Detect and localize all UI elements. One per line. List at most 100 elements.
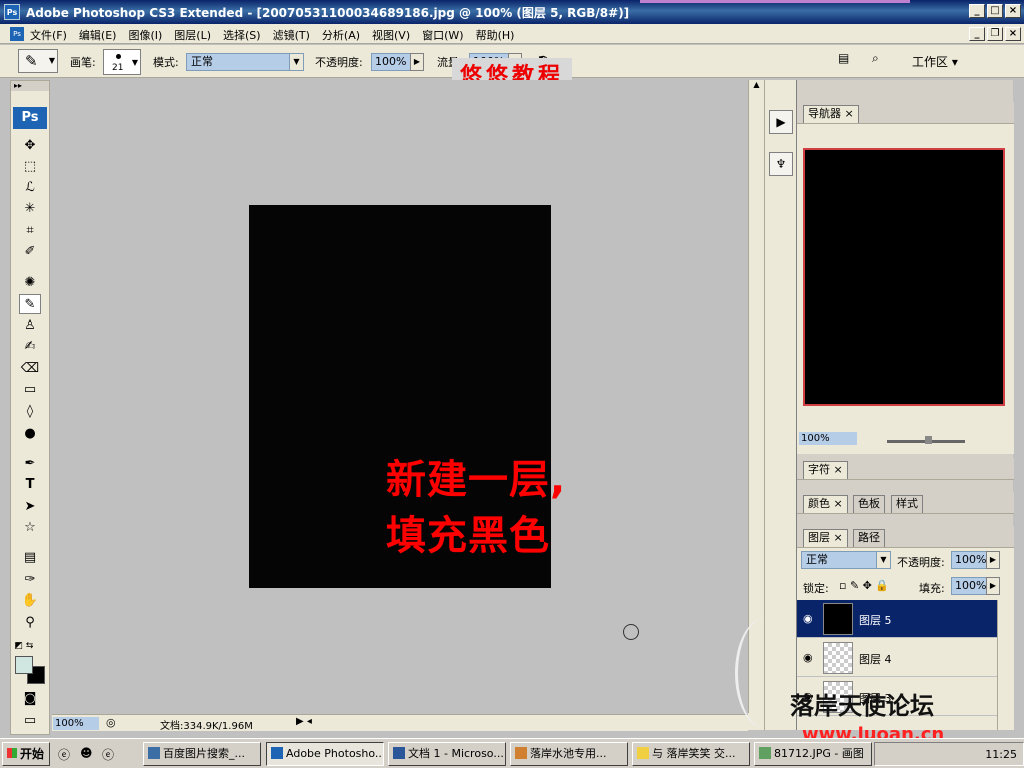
healing-brush-tool-icon[interactable]: ✺	[19, 273, 41, 293]
visibility-eye-icon[interactable]: ◉	[803, 612, 813, 625]
tab-styles[interactable]: 样式	[891, 495, 923, 513]
fill-input[interactable]: 100% ▶	[951, 577, 1000, 595]
magic-wand-tool-icon[interactable]: ✳	[19, 199, 41, 219]
taskbar-button[interactable]: 落岸水池专用...	[510, 742, 628, 766]
menu-help[interactable]: 帮助(H)	[476, 27, 515, 43]
doc-minimize-button[interactable]: _	[969, 27, 985, 41]
scroll-up-icon[interactable]: ▲	[749, 80, 764, 94]
navigator-preview[interactable]	[803, 148, 1005, 406]
actions-panel-icon[interactable]: ▶	[769, 110, 793, 134]
foreground-color-swatch[interactable]	[15, 656, 33, 674]
bridge-icon[interactable]: ⌕	[872, 51, 879, 66]
menu-window[interactable]: 窗口(W)	[422, 27, 463, 43]
mode-label: 模式:	[153, 56, 179, 69]
dropdown-arrow-icon: ▼	[48, 56, 55, 65]
menu-image[interactable]: 图像(I)	[128, 27, 162, 43]
window-controls: _ □ ×	[969, 4, 1021, 18]
lock-icons[interactable]: ▫ ✎ ✥ 🔒	[839, 579, 889, 592]
start-button[interactable]: 开始	[2, 742, 50, 766]
fill-value: 100%	[955, 579, 987, 592]
minimize-button[interactable]: _	[969, 4, 985, 18]
close-button[interactable]: ×	[1005, 4, 1021, 18]
gradient-tool-icon[interactable]: ▭	[19, 380, 41, 400]
blur-tool-icon[interactable]: ◊	[19, 402, 41, 422]
notes-tool-icon[interactable]: ▤	[19, 548, 41, 568]
dodge-tool-icon[interactable]: ●	[19, 424, 41, 444]
menu-select[interactable]: 选择(S)	[223, 27, 261, 43]
marquee-tool-icon[interactable]: ⬚	[19, 157, 41, 177]
panel-grip[interactable]: ▸▸	[11, 81, 49, 91]
layer-opacity-arrow-icon[interactable]: ▶	[986, 551, 1000, 569]
crop-tool-icon[interactable]: ⌗	[19, 221, 41, 241]
zoom-tool-icon[interactable]: ⚲	[19, 613, 41, 633]
clock[interactable]: 11:25	[985, 748, 1017, 761]
layer-row[interactable]: ◉ 图层 4	[797, 639, 997, 677]
navigator-zoom-slider-thumb[interactable]	[925, 436, 932, 444]
taskbar-button[interactable]: 百度图片搜索_...	[143, 742, 261, 766]
default-colors-icon[interactable]: ◩ ⇆	[13, 636, 35, 656]
document-icon[interactable]: Ps	[10, 27, 24, 41]
tab-swatches[interactable]: 色板	[853, 495, 885, 513]
tab-character[interactable]: 字符 ×	[803, 461, 848, 479]
zoom-field[interactable]: 100%	[53, 717, 99, 730]
move-tool-icon[interactable]: ✥	[19, 136, 41, 156]
menu-file[interactable]: 文件(F)	[30, 27, 67, 43]
opacity-slider-arrow-icon[interactable]: ▶	[410, 53, 424, 71]
clone-stamp-tool-icon[interactable]: ♙	[19, 316, 41, 336]
palette-well-icon[interactable]: ▤	[838, 51, 849, 65]
taskbar-button-label: 落岸水池专用...	[530, 747, 607, 760]
desktop-quicklaunch-icon[interactable]: ⓔ	[102, 746, 114, 763]
tab-color[interactable]: 颜色 ×	[803, 495, 848, 513]
taskbar-button[interactable]: 与 落岸笑笑 交...	[632, 742, 750, 766]
status-arrow-icon[interactable]: ▶ ◂	[296, 716, 312, 727]
menu-view[interactable]: 视图(V)	[372, 27, 410, 43]
quick-mask-icon[interactable]: ◙	[19, 689, 41, 709]
character-panel-header: 字符 ×	[797, 458, 1014, 480]
layer-thumbnail	[823, 642, 853, 674]
workspace-menu[interactable]: 工作区 ▾	[912, 53, 958, 70]
taskbar-button[interactable]: 文档 1 - Microso...	[388, 742, 506, 766]
shape-tool-icon[interactable]: ☆	[19, 518, 41, 538]
ie-quicklaunch-icon[interactable]: ⓔ	[58, 746, 70, 763]
visibility-eye-icon[interactable]: ◉	[803, 651, 813, 664]
path-selection-tool-icon[interactable]: ➤	[19, 497, 41, 517]
fill-arrow-icon[interactable]: ▶	[986, 577, 1000, 595]
photoshop-app-icon[interactable]: Ps	[4, 4, 20, 20]
menu-filter[interactable]: 滤镜(T)	[273, 27, 310, 43]
menu-analysis[interactable]: 分析(A)	[322, 27, 360, 43]
menu-layer[interactable]: 图层(L)	[174, 27, 211, 43]
blend-mode-select[interactable]: 正常 ▼	[801, 551, 891, 569]
brush-picker[interactable]: 21 ▼	[103, 49, 141, 75]
tab-navigator[interactable]: 导航器 ×	[803, 105, 859, 123]
tool-preset-picker[interactable]: ✎ ▼	[18, 49, 58, 73]
layer-row[interactable]: ◉ 图层 5	[797, 600, 997, 638]
mode-select[interactable]: 正常 ▼	[186, 53, 304, 71]
hand-tool-icon[interactable]: ✋	[19, 591, 41, 611]
media-quicklaunch-icon[interactable]: ☻	[80, 746, 93, 760]
brush-label: 画笔:	[70, 56, 96, 69]
annotation-line-2: 填充黑色	[386, 513, 550, 559]
maximize-button[interactable]: □	[987, 4, 1003, 18]
tab-layers[interactable]: 图层 ×	[803, 529, 848, 547]
status-menu-icon[interactable]: ◎	[106, 716, 116, 729]
lasso-tool-icon[interactable]: ℒ	[19, 178, 41, 198]
taskbar-button[interactable]: 81712.JPG - 画图	[754, 742, 872, 766]
photoshop-logo[interactable]: Ps	[13, 107, 47, 129]
tab-paths[interactable]: 路径	[853, 529, 885, 547]
doc-restore-button[interactable]: ❐	[987, 27, 1003, 41]
eyedropper-slice-tool-icon[interactable]: ✐	[19, 242, 41, 262]
type-tool-icon[interactable]: T	[19, 475, 41, 495]
eyedropper-tool-icon[interactable]: ✑	[19, 570, 41, 590]
history-brush-tool-icon[interactable]: ✍	[19, 337, 41, 357]
tool-presets-panel-icon[interactable]: ♆	[769, 152, 793, 176]
layer-opacity-input[interactable]: 100% ▶	[951, 551, 1000, 569]
menu-edit[interactable]: 编辑(E)	[79, 27, 117, 43]
eraser-tool-icon[interactable]: ⌫	[19, 359, 41, 379]
opacity-input[interactable]: 100% ▶	[371, 53, 424, 71]
navigator-zoom-field[interactable]: 100%	[799, 432, 857, 445]
screen-mode-icon[interactable]: ▭	[19, 711, 41, 731]
brush-tool-icon[interactable]: ✎	[19, 294, 41, 314]
taskbar-button[interactable]: Adobe Photosho...	[266, 742, 384, 766]
pen-tool-icon[interactable]: ✒	[19, 454, 41, 474]
doc-close-button[interactable]: ×	[1005, 27, 1021, 41]
